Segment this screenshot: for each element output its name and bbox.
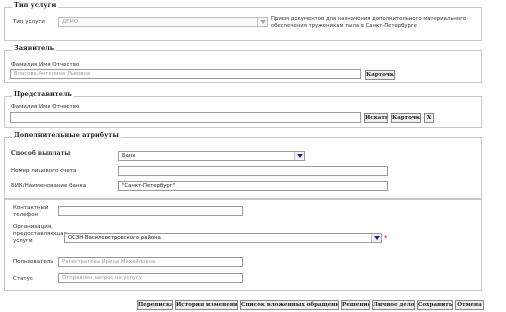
chevron-down-icon	[294, 152, 304, 160]
user-label: Пользователь	[13, 259, 54, 265]
organization-label-line3: услуги	[13, 238, 33, 244]
phone-label-line1: Контактный	[13, 205, 49, 211]
status-label: Статус	[13, 276, 33, 282]
cancel-button[interactable]: Отмена	[455, 300, 484, 310]
phone-label-line2: телефон	[13, 212, 39, 218]
personal-file-button[interactable]: Личное дело	[372, 300, 415, 310]
service-description-line2: обеспечения труженикам тыла в Санкт-Пете…	[271, 23, 417, 29]
organization-value: ОСЗН Василеостровского района	[68, 235, 161, 241]
bik-bank-input[interactable]: "Санкт-Петербург"	[118, 181, 388, 191]
applicant-legend: Заявитель	[12, 44, 57, 52]
service-type-value: ДЕМО	[62, 19, 79, 25]
payment-method-value: Банк	[122, 153, 136, 159]
service-description-line1: Прием документов для назначения дополнит…	[271, 16, 467, 22]
correspondence-button[interactable]: Переписка	[137, 300, 173, 310]
status-input[interactable]: Отправлен запрос на услугу	[58, 273, 243, 283]
phone-input[interactable]	[58, 206, 243, 216]
service-type-select[interactable]: ДЕМО	[58, 17, 268, 27]
service-type-legend: Тип услуги	[12, 1, 59, 9]
organization-required-mark: *	[384, 234, 388, 242]
change-history-button[interactable]: История изменений	[175, 300, 238, 310]
payment-method-label: Способ выплаты	[11, 150, 71, 157]
chevron-down-icon	[257, 18, 267, 26]
account-number-label: Номер лицевого счета	[11, 168, 77, 174]
representative-fio-label: Фамилия Имя Отчество	[11, 104, 80, 110]
bik-bank-label: БИК/Наименование банка	[11, 183, 87, 189]
save-button[interactable]: Сохранить	[417, 300, 453, 310]
representative-legend: Представитель	[12, 90, 74, 98]
user-input[interactable]: Регистратова Ирина Михайловна	[58, 257, 243, 267]
applicant-fio-label: Фамилия Имя Отчество	[11, 62, 80, 68]
organization-label-line2: предоставляющая	[13, 231, 67, 237]
applicant-card-button[interactable]: Карточка	[365, 70, 395, 80]
chevron-down-icon	[371, 234, 381, 242]
decision-button[interactable]: Решение	[341, 300, 370, 310]
organization-select[interactable]: ОСЗН Василеостровского района	[64, 233, 382, 243]
service-type-label: Тип услуги	[13, 19, 45, 25]
extra-attributes-legend: Дополнительные атрибуты	[12, 131, 121, 139]
organization-label-line1: Организация,	[13, 224, 53, 230]
representative-search-button[interactable]: Искать	[364, 113, 388, 123]
payment-method-select[interactable]: Банк	[118, 151, 305, 161]
nested-requests-button[interactable]: Список вложенных обращений	[240, 300, 339, 310]
representative-card-button[interactable]: Карточка	[391, 113, 421, 123]
representative-fio-input[interactable]	[10, 112, 361, 123]
representative-clear-button[interactable]: X	[424, 113, 434, 123]
applicant-fio-input[interactable]: Власова Ангелина Львовна	[10, 69, 361, 79]
account-number-input[interactable]	[118, 166, 388, 176]
